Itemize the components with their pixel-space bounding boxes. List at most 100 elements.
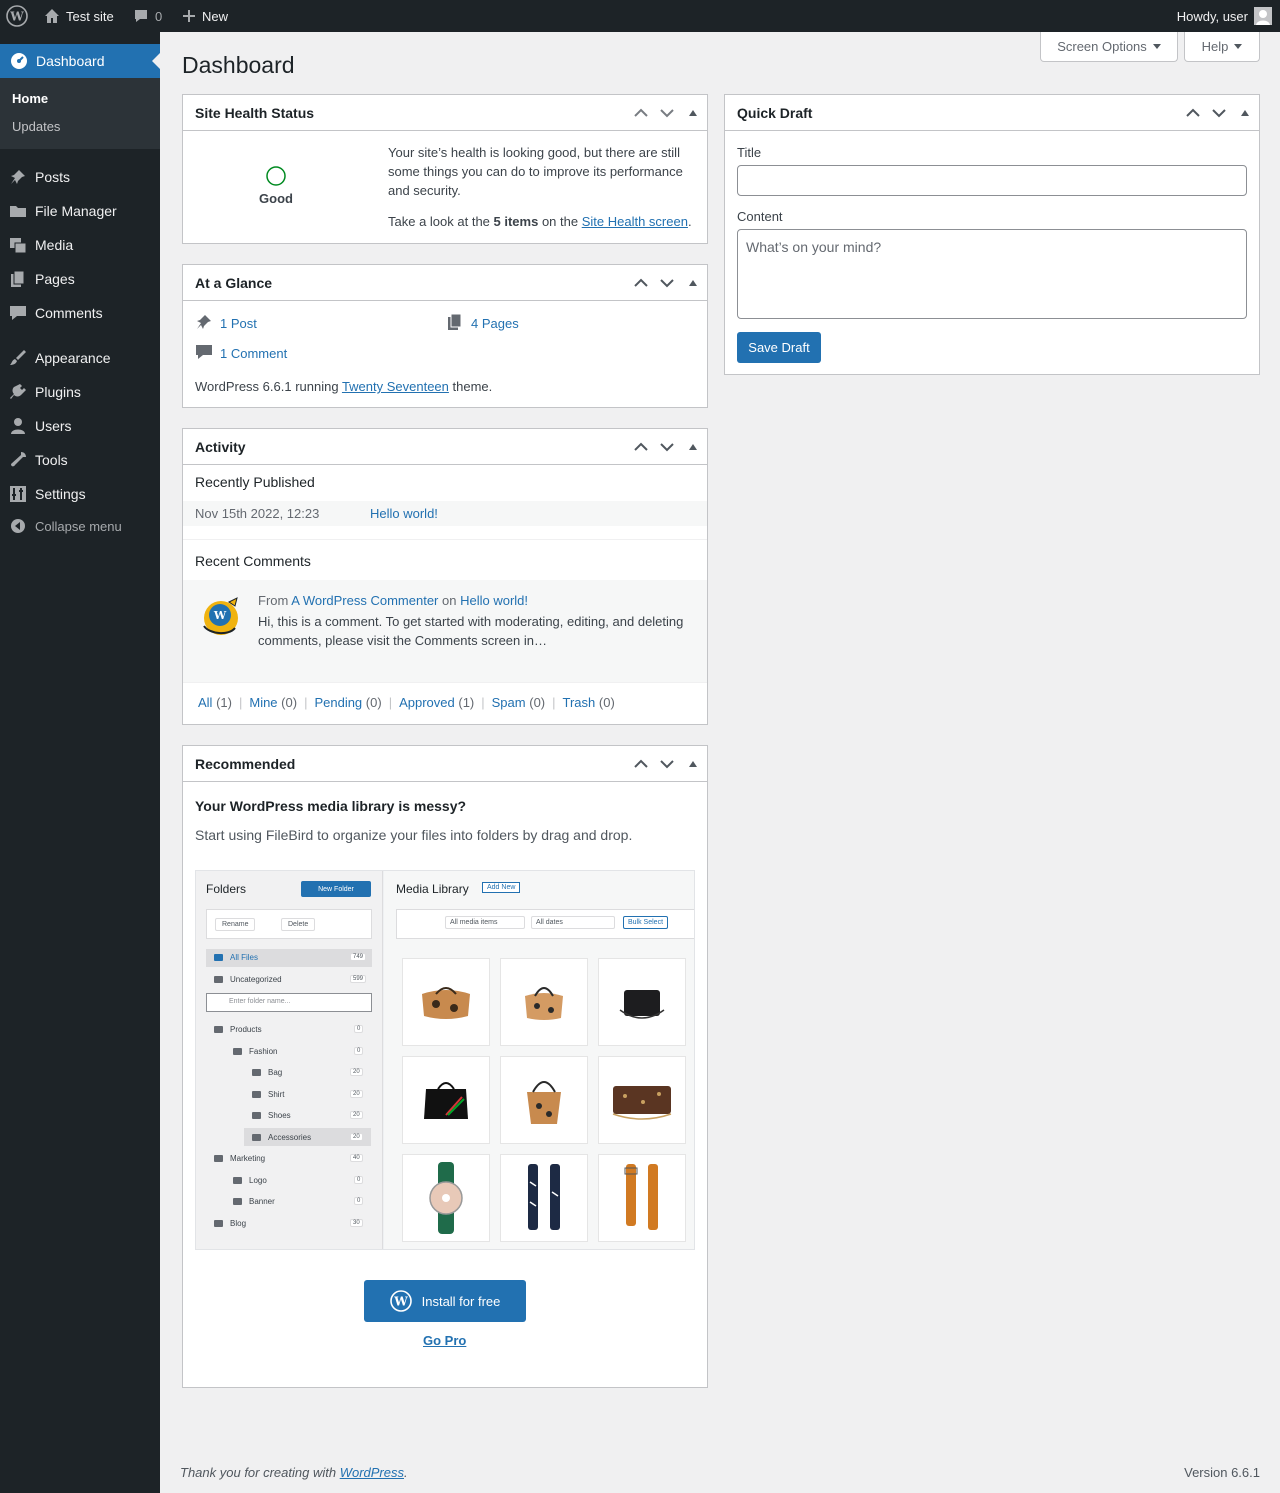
sidebar-item-pages[interactable]: Pages xyxy=(0,262,160,296)
widget-title: Activity xyxy=(195,438,246,455)
glance-posts[interactable]: 1 Post xyxy=(195,313,257,334)
submenu-updates[interactable]: Updates xyxy=(12,119,60,134)
sidebar-item-comments[interactable]: Comments xyxy=(0,296,160,330)
comment-excerpt: Hi, this is a comment. To get started wi… xyxy=(258,614,684,648)
folder-icon xyxy=(233,1198,242,1205)
comments-link[interactable]: 0 xyxy=(133,0,162,32)
sidebar-item-label: Tools xyxy=(35,452,68,468)
published-post-link[interactable]: Hello world! xyxy=(370,506,438,521)
pages-icon xyxy=(446,313,464,334)
comment-meta: From A WordPress Commenter on Hello worl… xyxy=(258,593,528,608)
folder-icon xyxy=(252,1134,261,1141)
draft-content-textarea[interactable]: What’s on your mind? xyxy=(737,229,1247,319)
tree-count: 20 xyxy=(350,1090,363,1098)
posts-count-link[interactable]: 1 Post xyxy=(220,316,257,331)
help-button[interactable]: Help xyxy=(1184,32,1260,62)
tree-item: Marketing xyxy=(230,1154,266,1163)
bag-thumbnail xyxy=(500,958,588,1046)
draft-content-label: Content xyxy=(737,209,783,224)
filter-label[interactable]: Approved xyxy=(399,695,455,710)
filter-mine[interactable]: Mine (0) xyxy=(249,695,297,710)
move-up-icon[interactable] xyxy=(633,756,649,772)
filter-label[interactable]: Spam xyxy=(492,695,526,710)
user-icon xyxy=(9,417,27,435)
thanks-suffix: . xyxy=(404,1465,408,1480)
toggle-panel-icon[interactable] xyxy=(685,275,701,291)
sidebar-item-appearance[interactable]: Appearance xyxy=(0,341,160,375)
wallet-thumbnail xyxy=(598,1056,686,1144)
filter-label[interactable]: Mine xyxy=(249,695,277,710)
comment-bubble-icon xyxy=(195,343,213,364)
draft-title-input[interactable] xyxy=(737,165,1247,196)
wp-version-text: WordPress 6.6.1 running Twenty Seventeen… xyxy=(195,379,492,394)
separator: | xyxy=(552,695,556,710)
folder-icon xyxy=(214,1220,223,1227)
my-account-link[interactable]: Howdy, user xyxy=(1177,0,1272,32)
tree-count: 40 xyxy=(350,1154,363,1162)
comment-post-link[interactable]: Hello world! xyxy=(460,593,528,608)
sidebar-item-file-manager[interactable]: File Manager xyxy=(0,194,160,228)
widget-header: Site Health Status xyxy=(183,95,707,131)
widget-title: Quick Draft xyxy=(737,104,813,121)
collapse-label: Collapse menu xyxy=(35,518,122,534)
folder-toolbar: Rename Delete xyxy=(206,909,372,939)
separator: | xyxy=(481,695,485,710)
collapse-menu-button[interactable]: Collapse menu xyxy=(0,509,160,543)
site-name-link[interactable]: Test site xyxy=(44,0,114,32)
sidebar-item-users[interactable]: Users xyxy=(0,409,160,443)
move-down-icon[interactable] xyxy=(659,439,675,455)
filter-approved[interactable]: Approved (1) xyxy=(399,695,474,710)
move-down-icon[interactable] xyxy=(659,105,675,121)
toggle-panel-icon[interactable] xyxy=(685,439,701,455)
glance-comments[interactable]: 1 Comment xyxy=(195,343,287,364)
move-up-icon[interactable] xyxy=(1185,105,1201,121)
move-down-icon[interactable] xyxy=(659,756,675,772)
toggle-panel-icon[interactable] xyxy=(1237,105,1253,121)
howdy-text: Howdy, user xyxy=(1176,8,1248,24)
go-pro-link[interactable]: Go Pro xyxy=(423,1333,466,1348)
filter-label[interactable]: Trash xyxy=(563,695,596,710)
move-up-icon[interactable] xyxy=(633,275,649,291)
install-for-free-button[interactable]: W Install for free xyxy=(364,1280,526,1322)
sidebar-item-dashboard[interactable]: Dashboard xyxy=(0,44,160,78)
sidebar-item-posts[interactable]: Posts xyxy=(0,160,160,194)
site-health-screen-link[interactable]: Site Health screen xyxy=(582,214,688,229)
wordpress-logo-icon[interactable]: W xyxy=(6,0,28,32)
screen-options-button[interactable]: Screen Options xyxy=(1040,32,1178,62)
sidebar-item-media[interactable]: Media xyxy=(0,228,160,262)
filter-pending[interactable]: Pending (0) xyxy=(314,695,381,710)
pushpin-icon xyxy=(195,313,213,334)
submenu-home[interactable]: Home xyxy=(12,91,48,106)
pages-count-link[interactable]: 4 Pages xyxy=(471,316,519,331)
filter-all[interactable]: All (1) xyxy=(198,695,232,710)
version-suffix: theme. xyxy=(448,379,493,394)
sidebar-item-plugins[interactable]: Plugins xyxy=(0,375,160,409)
move-down-icon[interactable] xyxy=(659,275,675,291)
tree-item: Shoes xyxy=(268,1111,291,1120)
filter-count: (1) xyxy=(216,695,232,710)
promo-subtext: Start using FileBird to organize your fi… xyxy=(195,827,633,843)
filter-trash[interactable]: Trash (0) xyxy=(563,695,615,710)
filter-spam[interactable]: Spam (0) xyxy=(492,695,545,710)
sidebar-item-settings[interactable]: Settings xyxy=(0,477,160,511)
move-up-icon[interactable] xyxy=(633,105,649,121)
move-down-icon[interactable] xyxy=(1211,105,1227,121)
theme-link[interactable]: Twenty Seventeen xyxy=(342,379,449,394)
toggle-panel-icon[interactable] xyxy=(685,105,701,121)
sidebar-item-tools[interactable]: Tools xyxy=(0,443,160,477)
filter-label[interactable]: Pending xyxy=(314,695,362,710)
wordpress-link[interactable]: WordPress xyxy=(340,1465,404,1480)
glance-pages[interactable]: 4 Pages xyxy=(446,313,519,334)
move-up-icon[interactable] xyxy=(633,439,649,455)
widget-header: Activity xyxy=(183,429,707,465)
save-draft-button[interactable]: Save Draft xyxy=(737,332,821,363)
new-folder-button: New Folder xyxy=(301,881,371,897)
toggle-panel-icon[interactable] xyxy=(685,756,701,772)
widget-header: Recommended xyxy=(183,746,707,782)
filter-label[interactable]: All xyxy=(198,695,212,710)
comment-author-link[interactable]: A WordPress Commenter xyxy=(291,593,438,608)
new-content-link[interactable]: New xyxy=(182,0,228,32)
widget-header: Quick Draft xyxy=(725,95,1259,131)
divider xyxy=(183,539,707,540)
comments-count-link[interactable]: 1 Comment xyxy=(220,346,287,361)
